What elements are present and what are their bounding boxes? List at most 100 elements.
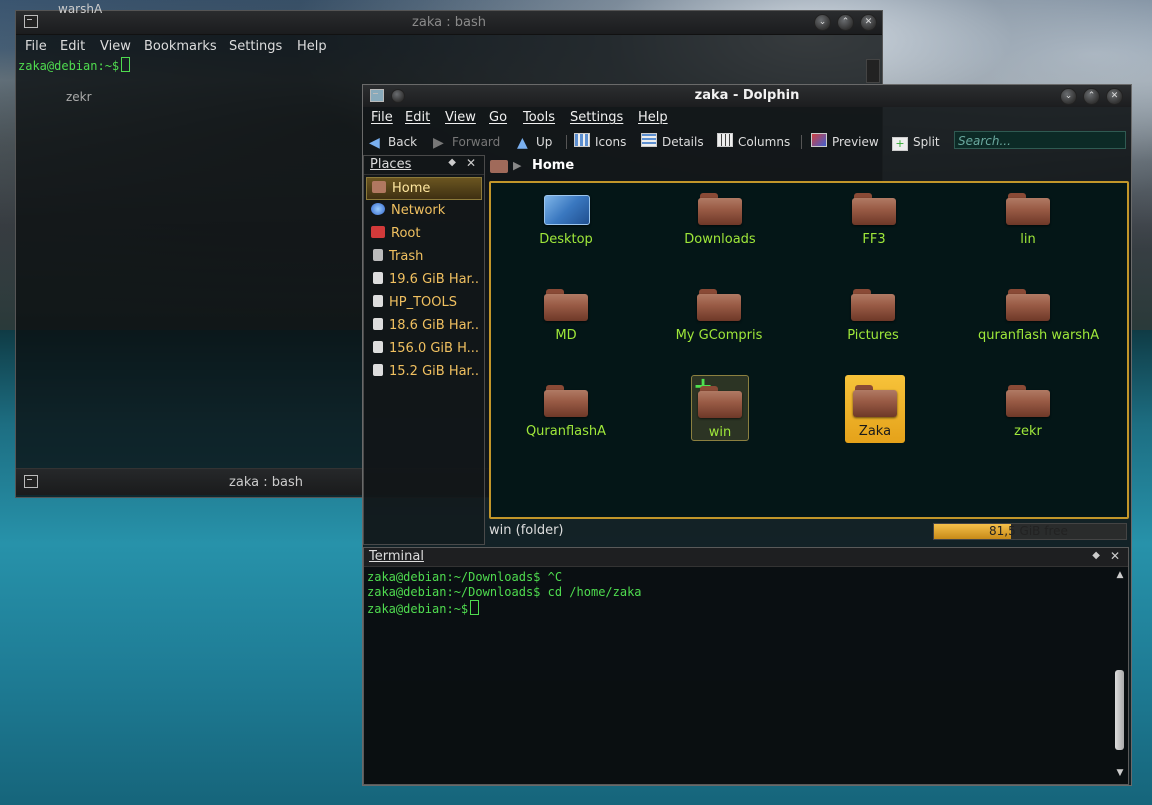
folder-item-quranflasha[interactable]: QuranflashA [516,383,616,439]
free-space-label: 81,5 GiB free [989,524,1068,538]
menu-view[interactable]: View [100,39,131,54]
close-panel-icon[interactable]: ✕ [1110,549,1120,563]
trash-icon [373,249,383,261]
folder-item-my-gcompris[interactable]: My GCompris [669,287,769,343]
folder-item-zaka[interactable]: Zaka [845,375,905,443]
columns-view-button[interactable]: Columns [717,133,790,151]
minimize-button[interactable]: ⌄ [1060,88,1077,105]
folder-icon [1006,383,1050,417]
terminal-prompt-line[interactable]: zaka@debian:~$ [367,600,480,617]
menu-settings[interactable]: Settings [570,110,623,125]
maximize-button[interactable]: ⌃ [1083,88,1100,105]
harddisk-icon [373,364,383,376]
folder-icon [852,191,896,225]
folder-item-zekr[interactable]: zekr [978,383,1078,439]
details-view-button[interactable]: Details [641,133,704,151]
places-item-label: Home [392,181,431,196]
places-panel: Places ◆ ✕ Home Network Root Trash 19.6 … [363,155,485,545]
close-button[interactable]: ✕ [1106,88,1123,105]
menu-tools[interactable]: Tools [523,110,555,125]
folder-item-ff3[interactable]: FF3 [824,191,924,247]
icons-view-button[interactable]: Icons [574,133,626,151]
places-item-network[interactable]: Network [366,200,480,221]
float-panel-icon[interactable]: ◆ [448,157,456,168]
status-text: win (folder) [489,523,564,538]
places-item-disk-1[interactable]: 19.6 GiB Har... [366,269,480,290]
folder-item-pictures[interactable]: Pictures [823,287,923,343]
scroll-down-icon[interactable]: ▼ [1114,768,1126,780]
konsole-menubar: File Edit View Bookmarks Settings Help [16,35,882,57]
places-item-disk-3[interactable]: 156.0 GiB H... [366,338,480,359]
menu-file[interactable]: File [371,110,393,125]
konsole-prompt-line[interactable]: zaka@debian:~$ [18,57,131,74]
scrollbar-thumb[interactable] [1115,670,1124,750]
float-panel-icon[interactable]: ◆ [1092,550,1100,561]
minimize-button[interactable]: ⌄ [814,14,831,31]
folder-icon [1006,191,1050,225]
columns-view-icon [717,133,733,147]
folder-icon [544,287,588,321]
folder-item-md[interactable]: MD [516,287,616,343]
preview-button[interactable]: Preview [811,133,879,151]
places-item-disk-4[interactable]: 15.2 GiB Har... [366,361,480,382]
chevron-right-icon[interactable]: ▶ [513,159,521,172]
maximize-button[interactable]: ⌃ [837,14,854,31]
places-item-label: Network [391,203,446,218]
search-input[interactable]: Search... [954,131,1126,149]
places-item-disk-2[interactable]: 18.6 GiB Har... [366,315,480,336]
forward-button[interactable]: ▶ Forward [433,133,500,151]
details-view-icon [641,133,657,147]
menu-bookmarks[interactable]: Bookmarks [144,39,217,54]
split-button[interactable]: + Split [892,133,940,151]
up-button[interactable]: ▲ Up [517,133,552,151]
folder-item-quranflash-warsha[interactable]: quranflash warshA [978,287,1099,343]
folder-label: QuranflashA [525,424,607,439]
menu-file[interactable]: File [25,39,47,54]
dolphin-titlebar[interactable]: zaka - Dolphin ⌄ ⌃ ✕ [363,85,1131,107]
menu-view[interactable]: View [445,110,476,125]
back-arrow-icon: ◀ [369,135,380,151]
places-item-label: 156.0 GiB H... [389,341,480,356]
breadcrumb-home[interactable]: Home [532,158,574,173]
terminal-panel[interactable]: Terminal ◆ ✕ zaka@debian:~/Downloads$ ^C… [363,547,1129,785]
folder-label: My GCompris [675,328,763,343]
places-item-home[interactable]: Home [366,177,482,200]
menu-edit[interactable]: Edit [405,110,430,125]
menu-edit[interactable]: Edit [60,39,85,54]
folder-label: Desktop [539,232,593,247]
scroll-up-icon[interactable]: ▲ [1114,570,1126,582]
file-icon-view[interactable]: Desktop Downloads FF3 lin MD My GCompris… [489,181,1129,519]
terminal-scrollbar[interactable]: ▲ ▼ [1114,570,1126,780]
menu-go[interactable]: Go [489,110,507,125]
folder-label: Pictures [847,328,899,343]
places-item-hp-tools[interactable]: HP_TOOLS [366,292,480,313]
folder-item-desktop[interactable]: Desktop [516,191,616,247]
up-label: Up [536,135,553,149]
menu-help[interactable]: Help [297,39,327,54]
split-label: Split [913,135,940,149]
konsole-titlebar[interactable]: zaka : bash ⌄ ⌃ ✕ [16,11,882,35]
menu-help[interactable]: Help [638,110,668,125]
folder-icon [544,383,588,417]
konsole-scrollbar[interactable] [866,59,880,83]
close-button[interactable]: ✕ [860,14,877,31]
up-arrow-icon: ▲ [517,135,528,151]
back-button[interactable]: ◀ Back [369,133,417,151]
menu-settings[interactable]: Settings [229,39,282,54]
network-icon [371,203,385,215]
folder-icon [851,287,895,321]
close-panel-icon[interactable]: ✕ [466,156,476,170]
places-item-root[interactable]: Root [366,223,480,244]
places-title: Places [370,157,412,172]
dolphin-window[interactable]: zaka - Dolphin ⌄ ⌃ ✕ File Edit View Go T… [362,84,1132,786]
home-crumb-icon[interactable] [490,160,508,173]
columns-view-label: Columns [738,135,791,149]
folder-icon [1006,287,1050,321]
split-icon: + [892,137,908,151]
folder-item-win[interactable]: + win [691,374,749,441]
text-cursor [121,57,131,72]
folder-item-downloads[interactable]: Downloads [670,191,770,247]
places-header: Places ◆ ✕ [364,156,484,175]
folder-item-lin[interactable]: lin [978,191,1078,247]
places-item-trash[interactable]: Trash [366,246,480,267]
